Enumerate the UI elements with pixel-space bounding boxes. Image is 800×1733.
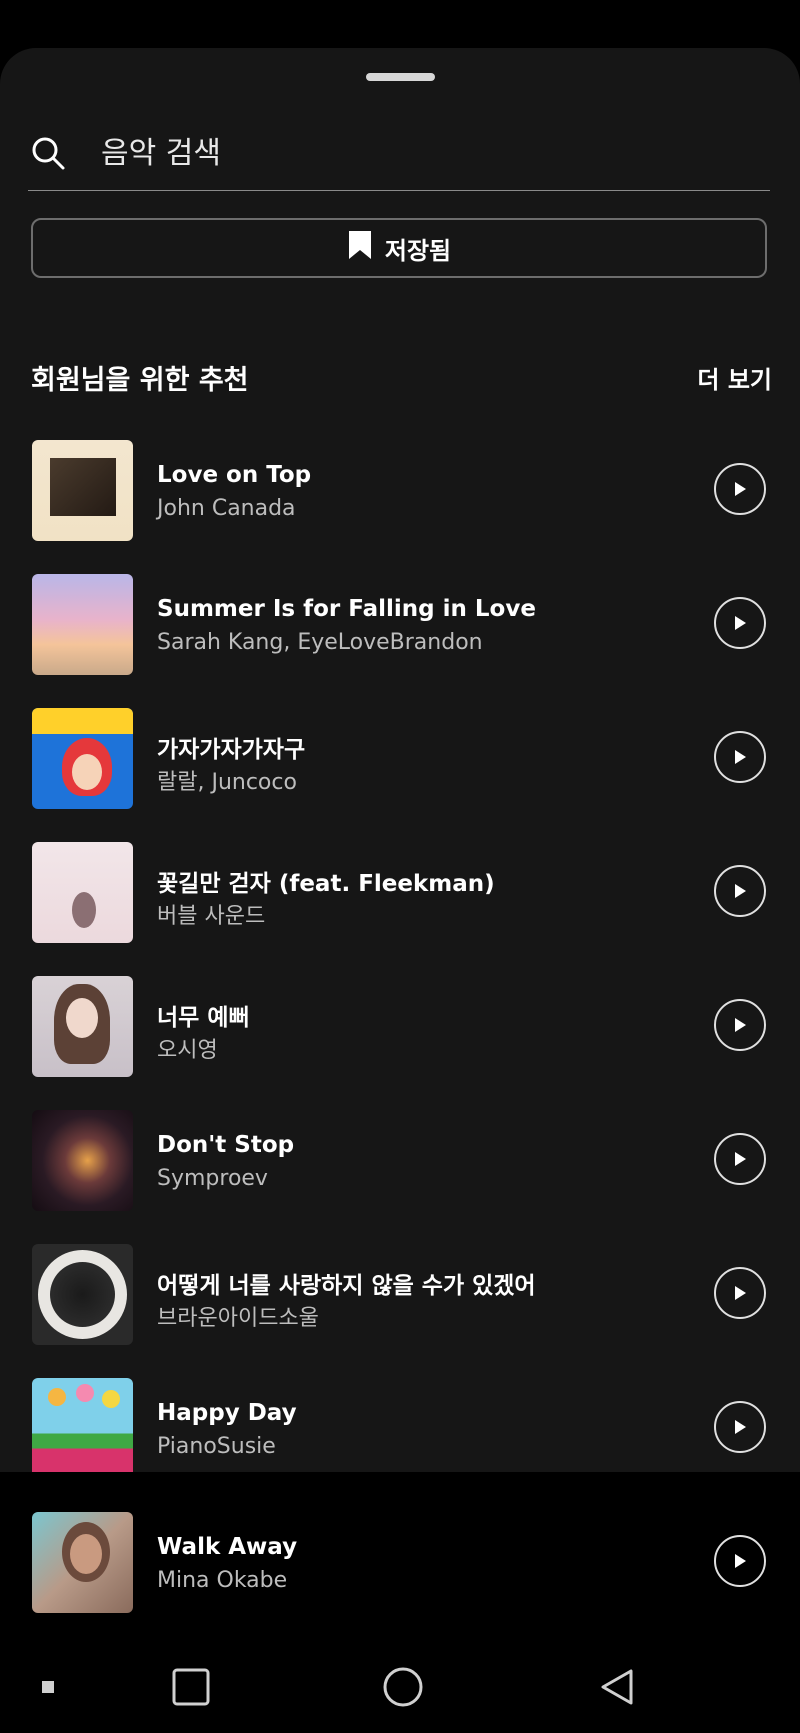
play-icon: [735, 616, 746, 630]
list-item[interactable]: Don't Stop Symproev: [0, 1110, 800, 1212]
play-button[interactable]: [714, 1267, 766, 1319]
search-icon: [28, 133, 68, 173]
track-artist: John Canada: [157, 496, 296, 521]
section-title: 회원님을 위한 추천: [31, 365, 249, 396]
track-artist: 버블 사운드: [157, 904, 266, 929]
play-button[interactable]: [714, 865, 766, 917]
drag-handle[interactable]: [366, 73, 435, 81]
saved-button-label: 저장됨: [384, 236, 452, 265]
track-title: 꽃길만 걷자 (feat. Fleekman): [157, 871, 495, 897]
track-title: Love on Top: [157, 462, 312, 488]
list-item[interactable]: Love on Top John Canada: [0, 440, 800, 542]
play-icon: [735, 750, 746, 764]
play-icon: [735, 1420, 746, 1434]
list-item[interactable]: 어떻게 너를 사랑하지 않을 수가 있겠어 브라운아이드소울: [0, 1244, 800, 1346]
home-circle-icon[interactable]: [378, 1640, 428, 1733]
list-item[interactable]: Summer Is for Falling in Love Sarah Kang…: [0, 574, 800, 676]
track-title: 어떻게 너를 사랑하지 않을 수가 있겠어: [157, 1273, 536, 1299]
album-cover: [32, 1244, 133, 1345]
list-item[interactable]: 가자가자가자구 랄랄, Juncoco: [0, 708, 800, 810]
play-icon: [735, 1286, 746, 1300]
track-artist: Sarah Kang, EyeLoveBrandon: [157, 630, 483, 655]
album-cover: [32, 1378, 133, 1472]
search-bar[interactable]: [28, 118, 770, 188]
play-icon: [735, 884, 746, 898]
album-cover: [32, 1512, 133, 1613]
play-button[interactable]: [714, 597, 766, 649]
album-cover: [32, 1110, 133, 1211]
see-more-link[interactable]: 더 보기: [697, 360, 772, 395]
track-artist: 랄랄, Juncoco: [157, 770, 297, 795]
play-button[interactable]: [714, 463, 766, 515]
album-cover: [32, 574, 133, 675]
album-cover: [32, 440, 133, 541]
play-icon: [735, 482, 746, 496]
play-button[interactable]: [714, 999, 766, 1051]
album-cover: [32, 976, 133, 1077]
search-divider: [28, 190, 770, 191]
list-item[interactable]: 꽃길만 걷자 (feat. Fleekman) 버블 사운드: [0, 842, 800, 944]
list-item[interactable]: Walk Away Mina Okabe: [0, 1512, 800, 1614]
track-title: Summer Is for Falling in Love: [157, 596, 536, 622]
system-nav-bar: [0, 1640, 800, 1733]
square-icon[interactable]: [166, 1640, 216, 1733]
track-artist: 오시영: [157, 1038, 218, 1063]
track-artist: PianoSusie: [157, 1434, 276, 1459]
back-triangle-icon[interactable]: [592, 1640, 642, 1733]
music-picker-sheet: 저장됨 회원님을 위한 추천 더 보기 Love on Top John Can…: [0, 48, 800, 1472]
track-title: 너무 예뻐: [157, 1005, 250, 1031]
track-artist: Mina Okabe: [157, 1568, 288, 1593]
track-title: Happy Day: [157, 1400, 297, 1426]
saved-button[interactable]: 저장됨: [31, 218, 767, 278]
track-title: Don't Stop: [157, 1132, 295, 1158]
play-icon: [735, 1554, 746, 1568]
play-button[interactable]: [714, 731, 766, 783]
bookmark-icon: [347, 230, 373, 266]
album-cover: [32, 842, 133, 943]
play-button[interactable]: [714, 1535, 766, 1587]
album-cover: [32, 708, 133, 809]
list-item[interactable]: 너무 예뻐 오시영: [0, 976, 800, 1078]
track-artist: 브라운아이드소울: [157, 1306, 319, 1331]
track-title: Walk Away: [157, 1534, 298, 1560]
recent-dot-icon[interactable]: [28, 1640, 68, 1733]
list-item[interactable]: Happy Day PianoSusie: [0, 1378, 800, 1472]
track-artist: Symproev: [157, 1166, 268, 1191]
play-icon: [735, 1018, 746, 1032]
play-button[interactable]: [714, 1133, 766, 1185]
play-icon: [735, 1152, 746, 1166]
play-button[interactable]: [714, 1401, 766, 1453]
mini-panel: Walk Away Mina Okabe: [0, 1472, 800, 1733]
search-input[interactable]: [101, 135, 701, 171]
track-title: 가자가자가자구: [157, 737, 306, 763]
